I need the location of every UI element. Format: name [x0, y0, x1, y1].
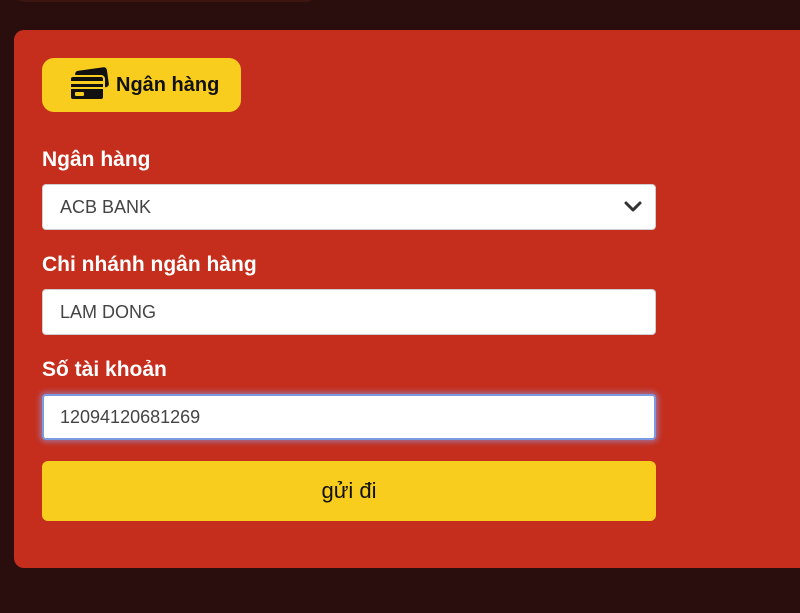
- bank-label: Ngân hàng: [42, 148, 151, 171]
- account-number-input[interactable]: 12094120681269: [42, 394, 656, 440]
- top-tab-pill[interactable]: [14, 0, 316, 2]
- bank-select[interactable]: ACB BANK: [42, 184, 656, 230]
- account-label: Số tài khoản: [42, 358, 167, 381]
- submit-button[interactable]: gửi đi: [42, 461, 656, 521]
- section-badge: Ngân hàng: [42, 58, 241, 112]
- bank-form-panel: Ngân hàng Ngân hàng ACB BANK Chi nhánh n…: [14, 30, 800, 568]
- bank-card-icon: [69, 67, 109, 101]
- branch-label: Chi nhánh ngân hàng: [42, 253, 257, 276]
- chevron-down-icon: [624, 201, 642, 212]
- branch-input[interactable]: LAM DONG: [42, 289, 656, 335]
- bank-select-value: ACB BANK: [60, 196, 152, 217]
- section-badge-label: Ngân hàng: [116, 73, 220, 96]
- account-number-value: 12094120681269: [60, 406, 201, 427]
- branch-input-value: LAM DONG: [60, 301, 157, 322]
